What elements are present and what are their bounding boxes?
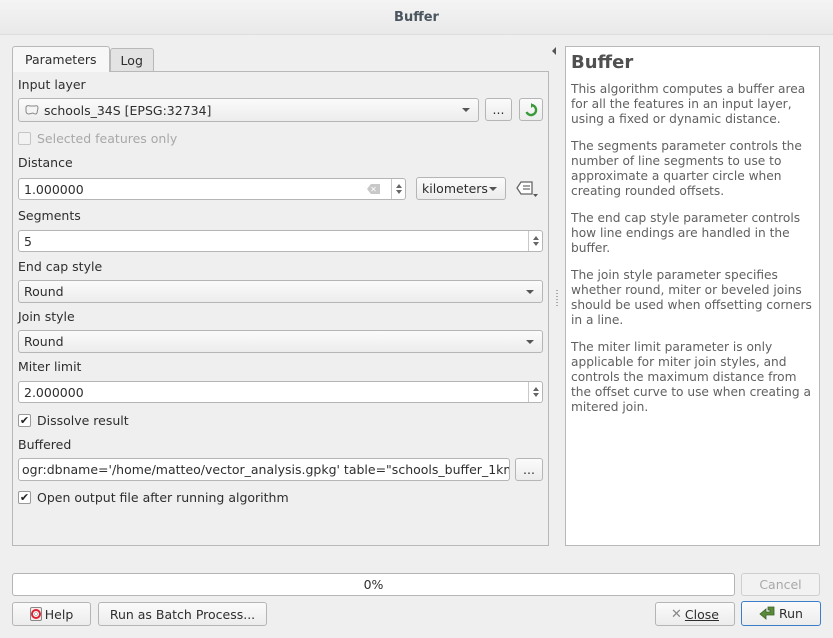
chevron-down-icon xyxy=(526,340,534,344)
join-style-combo[interactable]: Round xyxy=(18,330,543,353)
tab-log-label: Log xyxy=(120,53,143,68)
miter-limit-label: Miter limit xyxy=(18,359,82,374)
chevron-down-icon xyxy=(489,187,497,191)
input-layer-combo[interactable]: schools_34S [EPSG:32734] xyxy=(18,98,479,122)
tab-bar: Parameters Log xyxy=(12,46,154,72)
close-label: Close xyxy=(684,606,719,622)
input-layer-value: schools_34S [EPSG:32734] xyxy=(44,102,212,118)
tab-parameters-label: Parameters xyxy=(25,52,97,67)
help-paragraph: The end cap style parameter controls how… xyxy=(571,211,801,255)
selected-features-only-checkbox[interactable]: Selected features only xyxy=(18,131,177,146)
progress-text: 0% xyxy=(363,577,384,592)
end-cap-style-label: End cap style xyxy=(18,259,103,274)
distance-value: 1.000000 xyxy=(24,181,84,197)
help-button[interactable]: Help xyxy=(12,602,91,626)
chevron-down-icon xyxy=(462,108,470,112)
help-pane: Buffer This algorithm computes a buffer … xyxy=(565,46,820,546)
window-titlebar: Buffer xyxy=(0,0,833,35)
checkmark-icon: ✔ xyxy=(18,491,31,504)
end-cap-style-value: Round xyxy=(24,284,64,299)
tab-parameters[interactable]: Parameters xyxy=(12,46,110,72)
miter-limit-input[interactable]: 2.000000 xyxy=(18,381,543,403)
browse-label: ... xyxy=(492,102,505,117)
output-browse-button[interactable]: ... xyxy=(515,458,543,481)
data-defined-override-button[interactable] xyxy=(516,179,540,199)
help-paragraph: The segments parameter controls the numb… xyxy=(571,139,802,198)
close-button[interactable]: ✕ Close xyxy=(655,602,735,626)
run-label: Run xyxy=(779,606,803,621)
buffered-output-label: Buffered xyxy=(18,437,72,452)
help-paragraph: The miter limit parameter is only applic… xyxy=(571,340,811,414)
segments-value: 5 xyxy=(24,233,32,249)
checkbox-box xyxy=(18,132,31,145)
miter-limit-value: 2.000000 xyxy=(24,384,84,400)
clear-icon[interactable]: ✕ xyxy=(367,184,380,194)
buffered-output-value: ogr:dbname='/home/matteo/vector_analysis… xyxy=(22,462,510,477)
buffered-output-input[interactable]: ogr:dbname='/home/matteo/vector_analysis… xyxy=(18,458,510,481)
segments-input[interactable]: 5 xyxy=(18,230,543,252)
segments-label: Segments xyxy=(18,208,81,223)
open-output-label: Open output file after running algorithm xyxy=(37,490,289,505)
join-style-label: Join style xyxy=(18,309,75,324)
selected-features-only-label: Selected features only xyxy=(37,131,178,146)
refresh-icon xyxy=(525,102,538,116)
dissolve-result-checkbox[interactable]: ✔ Dissolve result xyxy=(18,413,129,428)
splitter-handle[interactable] xyxy=(556,290,558,306)
help-title: Buffer xyxy=(571,52,634,73)
help-paragraph: This algorithm computes a buffer area fo… xyxy=(571,82,806,126)
cancel-label: Cancel xyxy=(759,577,802,592)
batch-label: Run as Batch Process... xyxy=(109,606,256,622)
data-defined-override-icon xyxy=(516,181,538,197)
open-output-checkbox[interactable]: ✔ Open output file after running algorit… xyxy=(18,490,289,505)
miter-limit-spinner[interactable] xyxy=(528,382,542,402)
run-button[interactable]: Run xyxy=(741,601,821,626)
help-paragraph: The join style parameter specifies wheth… xyxy=(571,268,812,327)
input-layer-browse-button[interactable]: ... xyxy=(485,98,512,121)
dissolve-result-label: Dissolve result xyxy=(37,413,129,428)
distance-label: Distance xyxy=(18,155,73,170)
run-icon xyxy=(759,606,775,620)
help-lifebuoy-icon xyxy=(29,607,42,621)
chevron-down-icon xyxy=(526,290,534,294)
distance-spinner[interactable] xyxy=(391,179,405,199)
browse-label: ... xyxy=(523,462,535,477)
tab-log[interactable]: Log xyxy=(109,48,154,72)
segments-spinner[interactable] xyxy=(528,231,542,251)
close-icon: ✕ xyxy=(671,606,682,622)
progress-bar: 0% xyxy=(12,573,735,596)
iterate-button[interactable] xyxy=(519,98,543,121)
checkmark-icon: ✔ xyxy=(18,414,31,427)
distance-input[interactable]: 1.000000 ✕ xyxy=(18,178,406,200)
distance-unit-combo[interactable]: kilometers xyxy=(416,177,506,200)
join-style-value: Round xyxy=(24,334,64,349)
run-as-batch-button[interactable]: Run as Batch Process... xyxy=(98,602,267,626)
input-layer-label: Input layer xyxy=(18,77,86,92)
end-cap-style-combo[interactable]: Round xyxy=(18,280,543,303)
polygon-layer-icon xyxy=(25,105,39,115)
window-title: Buffer xyxy=(394,9,439,25)
cancel-button[interactable]: Cancel xyxy=(741,573,820,596)
collapse-help-icon[interactable] xyxy=(552,47,556,55)
distance-unit-value: kilometers xyxy=(422,181,488,196)
help-label: Help xyxy=(44,606,74,622)
